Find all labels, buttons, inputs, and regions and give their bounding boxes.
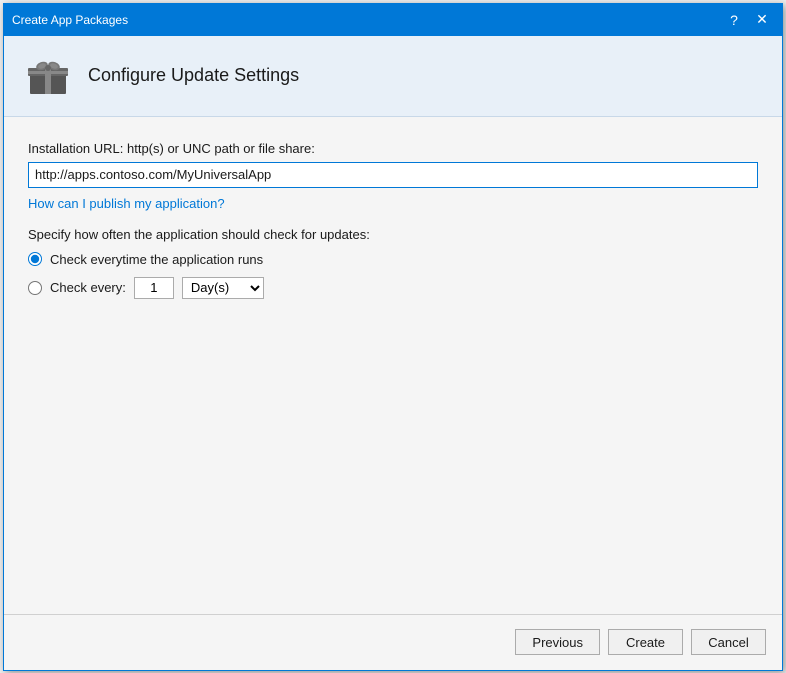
header-title: Configure Update Settings <box>88 65 299 86</box>
url-label: Installation URL: http(s) or UNC path or… <box>28 141 758 156</box>
dialog-window: Create App Packages ? ✕ <box>3 3 783 671</box>
create-button[interactable]: Create <box>608 629 683 655</box>
help-button[interactable]: ? <box>722 8 746 32</box>
content-area: Installation URL: http(s) or UNC path or… <box>4 117 782 614</box>
radio-everytime[interactable] <box>28 252 42 266</box>
radio-everytime-label[interactable]: Check everytime the application runs <box>50 252 263 267</box>
close-button[interactable]: ✕ <box>750 8 774 32</box>
check-every-number-input[interactable] <box>134 277 174 299</box>
radio-every-label[interactable]: Check every: <box>50 280 126 295</box>
app-icon <box>24 52 72 100</box>
footer-area: Previous Create Cancel <box>4 614 782 670</box>
radio-group: Check everytime the application runs Che… <box>28 252 758 299</box>
previous-button[interactable]: Previous <box>515 629 600 655</box>
title-bar: Create App Packages ? ✕ <box>4 4 782 36</box>
header-area: Configure Update Settings <box>4 36 782 117</box>
radio-every[interactable] <box>28 281 42 295</box>
cancel-button[interactable]: Cancel <box>691 629 766 655</box>
update-freq-label: Specify how often the application should… <box>28 227 758 242</box>
title-bar-controls: ? ✕ <box>722 8 774 32</box>
radio-item-everytime: Check everytime the application runs <box>28 252 758 267</box>
period-dropdown[interactable]: Day(s) Week(s) Month(s) <box>182 277 264 299</box>
publish-link[interactable]: How can I publish my application? <box>28 196 225 211</box>
radio-item-every: Check every: Day(s) Week(s) Month(s) <box>28 277 758 299</box>
url-input[interactable] <box>28 162 758 188</box>
title-bar-text: Create App Packages <box>12 13 128 27</box>
